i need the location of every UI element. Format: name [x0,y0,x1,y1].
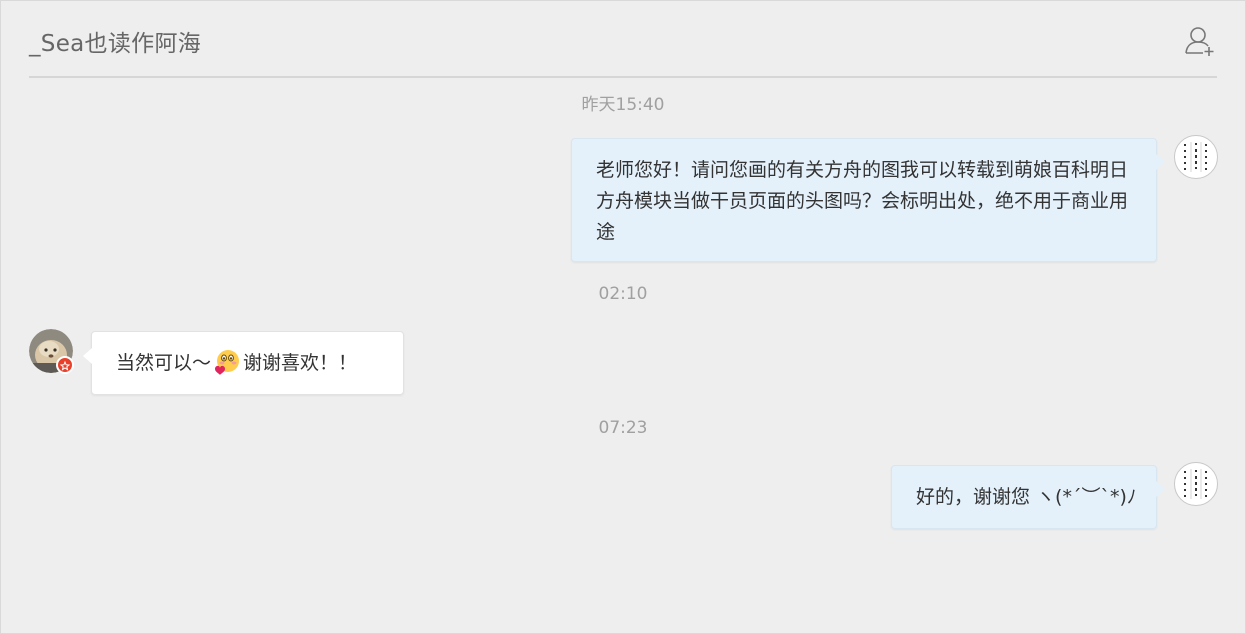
message-time: 07:23 [598,418,648,438]
bubble-tail [83,348,92,364]
chat-window: _Sea也读作阿海 昨天15:40 老师您好！请问您画的有关方舟的图我可以转载到… [0,0,1246,634]
bubble-tail [1156,481,1165,497]
self-avatar[interactable] [1174,462,1218,506]
self-avatar[interactable] [1174,135,1218,179]
chat-header: _Sea也读作阿海 [29,1,1217,78]
badge-icon [56,356,74,374]
message-bubble-other[interactable]: 当然可以～ 谢谢喜欢！！ [83,331,404,395]
blushing-heart-emoji [213,348,241,376]
add-user-icon[interactable] [1183,25,1217,57]
message-text: 老师您好！请问您画的有关方舟的图我可以转载到萌娘百科明日方舟模块当做干员页面的头… [596,159,1129,243]
message-bubble-self[interactable]: 老师您好！请问您画的有关方舟的图我可以转载到萌娘百科明日方舟模块当做干员页面的头… [571,138,1165,262]
bubble-tail [1156,154,1165,170]
message-text: 谢谢喜欢！！ [243,352,358,374]
chat-title: _Sea也读作阿海 [29,31,202,57]
message-time: 昨天15:40 [581,95,665,115]
contact-avatar[interactable] [29,329,74,374]
message-bubble-self[interactable]: 好的，谢谢您 ヽ(*´︶`*)ﾉ [891,465,1165,529]
message-time: 02:10 [598,284,648,304]
message-text: 当然可以～ [116,352,212,374]
message-text: 好的，谢谢您 ヽ(*´︶`*)ﾉ [916,486,1137,508]
